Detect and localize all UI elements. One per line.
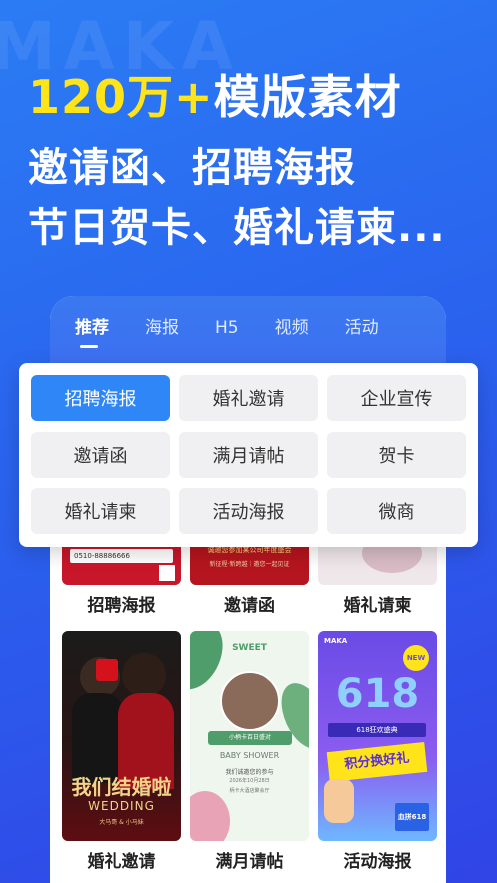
template-thumbnail: 我们结婚啦 WEDDING 大马哥 & 小马妹 [62, 631, 181, 841]
thumb-618: 618 [335, 671, 420, 717]
category-chip-micro-business[interactable]: 微商 [327, 488, 466, 535]
template-card-title: 婚礼邀请 [87, 852, 156, 872]
tab-recommend[interactable]: 推荐 [50, 314, 127, 348]
thumb-baby-line2: 2026年10月28日 [229, 778, 270, 784]
hero-section: 120万+模版素材 邀请函、招聘海报 节日贺卡、婚礼请柬... [28, 66, 446, 258]
category-chip-wedding-card[interactable]: 婚礼请柬 [31, 488, 170, 535]
thumb-wedding-en: WEDDING [88, 799, 155, 813]
thumb-sweet-text: SWEET [232, 643, 267, 653]
template-thumbnail: MAKA NEW 618 618狂欢盛典 积分换好礼 血拼618 [318, 631, 437, 841]
thumb-invite-sub: 新征程·新跨越｜邀您一起见证 [209, 561, 290, 568]
hero-subline-2: 节日贺卡、婚礼请柬... [28, 205, 446, 251]
category-chip-invitation[interactable]: 邀请函 [31, 431, 170, 478]
hero-headline: 120万+模版素材 [28, 66, 446, 128]
template-card-title: 满月请帖 [215, 852, 284, 872]
template-card-title: 婚礼请柬 [343, 596, 412, 616]
tab-h5[interactable]: H5 [197, 314, 257, 342]
thumb-baby-title: BABY SHOWER [219, 751, 280, 760]
category-dropdown: 招聘海报 婚礼邀请 企业宣传 邀请函 满月请帖 贺卡 婚礼请柬 活动海报 微商 [19, 363, 478, 547]
category-chip-corporate-promo[interactable]: 企业宣传 [327, 375, 466, 421]
thumb-wedding-title: 我们结婚啦 [71, 775, 172, 799]
hero-subline-1: 邀请函、招聘海报 [28, 145, 356, 191]
thumb-618-stamp: 血拼618 [395, 803, 429, 831]
tab-bar: 推荐 海报 H5 视频 活动 [50, 314, 446, 348]
tab-activity[interactable]: 活动 [327, 314, 397, 342]
thumb-phone-text: 0510-88886666 [74, 552, 130, 560]
thumb-new-badge: NEW [403, 645, 429, 671]
thumb-points-gift: 积分换好礼 [326, 741, 428, 783]
tab-poster[interactable]: 海报 [127, 314, 197, 342]
category-chip-greeting-card[interactable]: 贺卡 [327, 431, 466, 478]
template-card-title: 招聘海报 [87, 596, 156, 616]
thumb-baby-tag: 小柄卡百日盛对 [208, 731, 292, 745]
category-chip-wedding-invite[interactable]: 婚礼邀请 [179, 375, 318, 421]
thumb-baby-line1: 我们诚邀您的参与 [225, 769, 274, 776]
thumb-maka-logo: MAKA [324, 637, 348, 645]
category-chip-event-poster[interactable]: 活动海报 [179, 488, 318, 535]
template-card[interactable]: SWEET 小柄卡百日盛对 BABY SHOWER 我们诚邀您的参与 2026年… [190, 631, 309, 872]
category-chip-baby-full-month[interactable]: 满月请帖 [179, 431, 318, 478]
template-card[interactable]: 我们结婚啦 WEDDING 大马哥 & 小马妹 婚礼邀请 [62, 631, 181, 872]
template-card-title: 邀请函 [224, 596, 275, 616]
hero-headline-accent: 120万+ [28, 70, 214, 124]
thumb-baby-line3: 柄卡大酒店聚会厅 [229, 788, 270, 794]
template-thumbnail: SWEET 小柄卡百日盛对 BABY SHOWER 我们诚邀您的参与 2026年… [190, 631, 309, 841]
category-chip-recruitment-poster[interactable]: 招聘海报 [31, 375, 170, 421]
thumb-wedding-names: 大马哥 & 小马妹 [99, 819, 144, 826]
thumb-618-title: 618狂欢盛典 [328, 723, 426, 737]
tab-video[interactable]: 视频 [257, 314, 327, 342]
template-card-title: 活动海报 [343, 852, 412, 872]
hero-headline-rest: 模版素材 [213, 70, 402, 124]
template-card[interactable]: MAKA NEW 618 618狂欢盛典 积分换好礼 血拼618 活动海报 [318, 631, 437, 872]
